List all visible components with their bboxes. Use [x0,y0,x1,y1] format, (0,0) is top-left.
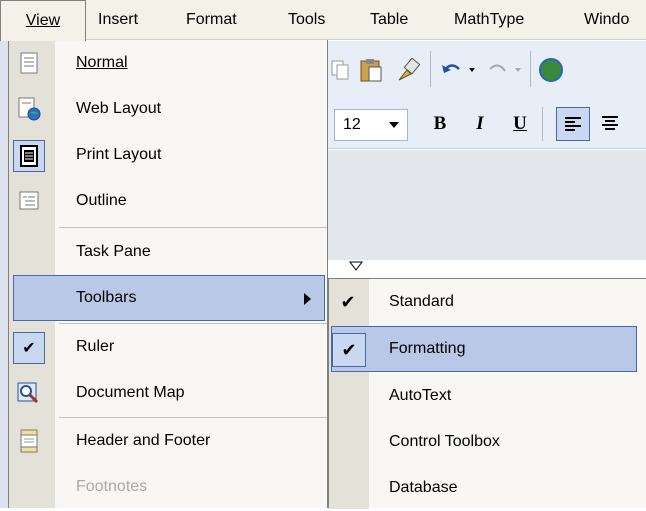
copy-icon[interactable] [328,57,352,83]
format-painter-icon[interactable] [392,55,422,85]
menu-item-task-pane[interactable]: Task Pane [9,229,327,275]
menu-insert[interactable]: Insert [92,0,144,40]
header-footer-icon [17,429,41,453]
view-menu: Normal Web Layout Print Layout Outline T… [8,40,328,508]
menu-format[interactable]: Format [180,0,243,40]
align-left-icon [565,117,581,131]
submenu-item-formatting[interactable]: ✔ Formatting [331,326,637,372]
standard-toolbar [320,41,646,101]
align-center-icon [602,116,618,130]
web-layout-icon [17,97,41,121]
hyperlink-icon[interactable] [536,55,566,85]
menu-window[interactable]: Windo [578,0,635,40]
menu-item-header-footer[interactable]: Header and Footer [9,418,327,464]
menu-item-toolbars[interactable]: Toolbars [13,275,325,321]
formatting-toolbar: 12 B I U [320,101,646,149]
menu-item-outline[interactable]: Outline [9,178,327,224]
toolbar-separator [530,51,531,87]
menu-item-normal[interactable]: Normal [9,40,327,86]
submenu-item-database[interactable]: Database [329,465,646,511]
menu-item-ruler[interactable]: ✔ Ruler [9,324,327,370]
redo-button[interactable] [484,55,528,85]
bold-button[interactable]: B [426,109,454,139]
menu-separator [59,227,327,228]
menu-item-document-map[interactable]: Document Map [9,370,327,416]
italic-button[interactable]: I [466,109,494,139]
underline-button[interactable]: U [506,109,534,139]
chevron-down-icon [389,122,399,128]
undo-button[interactable] [438,55,482,85]
outline-view-icon [17,189,41,213]
toolbars-submenu: ✔ Standard ✔ Formatting AutoText Control… [328,278,646,511]
align-left-button[interactable] [556,107,590,141]
menu-tools[interactable]: Tools [282,0,331,40]
submenu-arrow-icon [304,293,311,305]
normal-view-icon [17,51,41,75]
menu-bar: View Insert Format Tools Table MathType … [0,0,646,41]
menu-table[interactable]: Table [364,0,414,40]
font-size-box[interactable]: 12 [334,109,408,141]
menu-item-print-layout[interactable]: Print Layout [9,132,327,178]
print-layout-icon [13,140,45,172]
submenu-item-standard[interactable]: ✔ Standard [329,279,646,325]
checkmark-icon: ✔ [340,291,356,312]
align-center-button[interactable] [594,107,626,139]
document-map-icon [17,381,41,405]
checkmark-icon: ✔ [332,333,366,367]
menu-mathtype[interactable]: MathType [448,0,530,40]
submenu-item-control-toolbox[interactable]: Control Toolbox [329,419,646,465]
menu-item-web-layout[interactable]: Web Layout [9,86,327,132]
submenu-item-autotext[interactable]: AutoText [329,373,646,419]
checkmark-icon: ✔ [13,332,45,364]
menu-item-footnotes: Footnotes [76,478,148,495]
toolbar-separator [430,51,431,87]
menu-view[interactable]: View [0,0,86,41]
paste-icon[interactable] [356,55,386,85]
toolbar-separator [542,107,543,141]
